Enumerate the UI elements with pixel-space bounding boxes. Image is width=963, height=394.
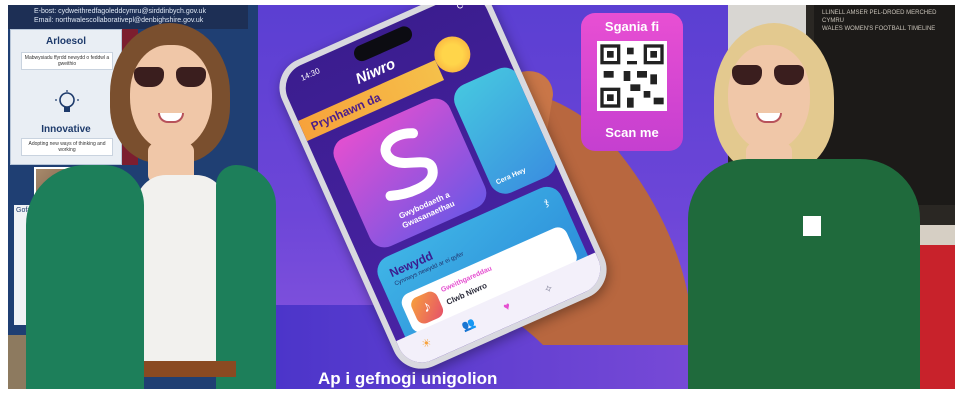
refresh-icon: ⟳ — [455, 5, 468, 13]
sun-tab-icon: ☀ — [419, 336, 434, 352]
person-left — [26, 15, 276, 389]
face-left — [130, 45, 212, 151]
sunglasses-right — [728, 65, 810, 87]
squiggle-small-icon: ჯ — [542, 196, 551, 209]
qr-text-english: Scan me — [605, 125, 659, 140]
belt — [144, 361, 236, 377]
green-cardigan-right-side — [216, 165, 276, 389]
person-right — [688, 19, 933, 389]
heart-tab-icon: ♥ — [501, 300, 513, 314]
face-right — [728, 45, 810, 151]
green-polo-shirt — [688, 159, 920, 389]
green-cardigan-left-side — [26, 165, 144, 389]
qr-card: Sgania fi Scan me — [581, 13, 683, 151]
qr-code-icon — [597, 41, 667, 111]
people-tab-icon: 👥 — [460, 316, 478, 334]
sunglasses-left — [130, 67, 212, 89]
event-photo: E-bost: cydweithredfagoleddcymru@sirddin… — [8, 5, 955, 389]
side-card-label: Cera Hwy — [495, 166, 528, 187]
qr-text-welsh: Sgania fi — [604, 19, 660, 34]
white-top — [136, 175, 226, 365]
shirt-logo — [802, 215, 822, 237]
sparkle-tab-icon: ✧ — [542, 282, 556, 297]
status-time: 14:30 — [299, 66, 322, 83]
